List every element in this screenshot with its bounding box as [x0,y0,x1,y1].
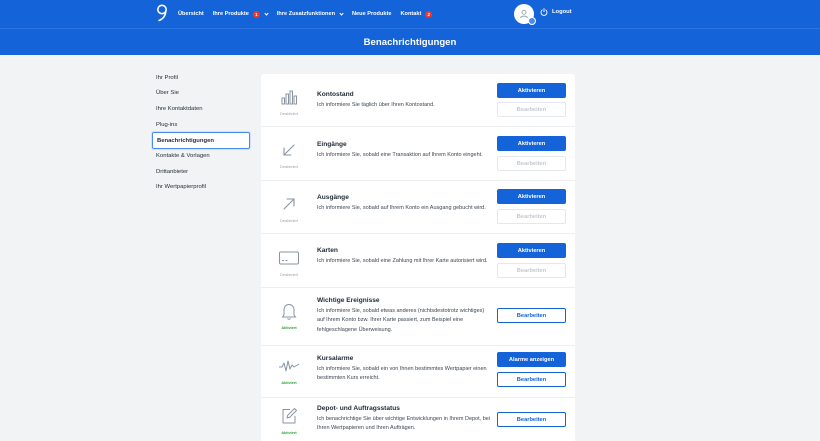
edit-button[interactable]: Bearbeiten [497,156,566,171]
notification-row: Deaktiviert Kontostand Ich informiere Si… [261,74,575,127]
nav-ihre-produkte[interactable]: Ihre Produkte 1 [212,10,269,18]
notification-description: Ich benachrichtige Sie über wichtige Ent… [317,416,491,432]
nav-neue-produkte[interactable]: Neue Produkte [352,11,391,17]
nav-label: Übersicht [178,11,204,17]
activate-button[interactable]: Aktivieren [497,189,566,204]
nav-label: Neue Produkte [352,11,392,17]
arrow-down-left-icon [278,139,300,161]
nav-label: Kontakt [400,11,422,17]
notification-icon-group: Deaktiviert [273,193,305,223]
edit-button[interactable]: Bearbeiten [497,102,566,117]
notification-row: Deaktiviert Karten Ich informiere Sie, s… [261,234,575,288]
bar-chart-icon [278,86,300,108]
edit-button[interactable]: Bearbeiten [497,209,566,224]
chevron-down-icon [339,10,344,16]
notification-badge: 1 [252,10,260,18]
notification-title: Eingänge [317,141,347,148]
notifications-panel: Deaktiviert Kontostand Ich informiere Si… [261,74,575,441]
notification-title: Karten [317,247,338,254]
status-label: Deaktiviert [280,165,298,169]
notification-row: Aktiviert Wichtige Ereignisse Ich inform… [261,288,575,346]
status-label: Deaktiviert [280,112,298,116]
avatar[interactable] [514,4,536,25]
sidebar-item-plugins[interactable]: Plug-ins [152,117,250,133]
status-label: Deaktiviert [280,273,298,277]
notification-description: Ich informiere Sie, sobald auf Ihrem Kon… [317,205,486,211]
card-icon [278,247,300,269]
sidebar-item-wertpapierprofil[interactable]: Ihr Wertpapierprofil [152,180,250,196]
nav-uebersicht[interactable]: Übersicht [178,11,204,17]
edit-button[interactable]: Bearbeiten [497,308,566,323]
sidebar-item-kontaktdaten[interactable]: Ihre Kontaktdaten [152,101,250,117]
status-label: Aktiviert [281,326,297,330]
activate-button[interactable]: Aktivieren [497,243,566,258]
status-label: Deaktiviert [280,219,298,223]
notification-title: Depot- und Auftragsstatus [317,405,400,412]
notification-icon-group: Deaktiviert [273,86,305,116]
status-label: Aktiviert [281,381,297,385]
nav-kontakt[interactable]: Kontakt 2 [400,10,433,18]
notification-description: Ich informiere Sie, sobald eine Transakt… [317,152,483,158]
sidebar: Ihr Profil Über Sie Ihre Kontaktdaten Pl… [152,70,250,195]
main-nav: Übersicht Ihre Produkte 1 Ihre Zusatzfunk… [178,0,433,28]
chevron-down-icon [264,10,269,16]
arrow-up-right-icon [278,193,300,215]
notification-title: Kontostand [317,91,354,98]
avatar-settings-icon [528,17,536,25]
nav-label: Ihre Zusatzfunktionen [276,11,335,17]
notification-icon-group: Aktiviert [273,300,305,330]
brand-logo-icon[interactable] [156,4,168,22]
notification-description: Ich informiere Sie, sobald etwas anderes… [317,308,485,333]
notification-description: Ich informiere Sie täglich über Ihren Ko… [317,102,435,108]
sidebar-item-ueber-sie[interactable]: Über Sie [152,86,250,102]
notification-description: Ich informiere Sie, sobald eine Zahlung … [317,258,488,264]
sidebar-item-kontakte-vorlagen[interactable]: Kontakte & Vorlagen [152,148,250,164]
nav-zusatzfunktionen[interactable]: Ihre Zusatzfunktionen [276,10,344,17]
edit-icon [278,405,300,427]
sidebar-item-drittanbieter[interactable]: Drittanbieter [152,164,250,180]
notification-icon-group: Aktiviert [273,405,305,435]
page-title: Benachrichtigungen [363,37,457,48]
status-label: Aktiviert [281,431,297,435]
edit-button[interactable]: Bearbeiten [497,263,566,278]
power-icon [540,8,548,16]
activate-button[interactable]: Aktivieren [497,136,566,151]
notification-icon-group: Deaktiviert [273,139,305,169]
sidebar-item-benachrichtigungen[interactable]: Benachrichtigungen [152,132,250,150]
nav-label: Ihre Produkte [212,11,249,17]
notification-title: Kursalarme [317,355,354,362]
page-header: Benachrichtigungen [0,28,820,55]
user-icon [520,9,528,19]
notification-row: Aktiviert Depot- und Auftragsstatus Ich … [261,398,575,441]
logout-label: Logout [552,9,572,15]
logout-button[interactable]: Logout [540,8,572,16]
notification-row: Deaktiviert Ausgänge Ich informiere Sie,… [261,181,575,234]
edit-button[interactable]: Bearbeiten [497,372,566,387]
bell-icon [278,300,300,322]
notification-title: Ausgänge [317,194,349,201]
pulse-icon [278,355,300,377]
notification-description: Ich informiere Sie, sobald ein von Ihnen… [317,366,487,382]
top-navigation-bar: Übersicht Ihre Produkte 1 Ihre Zusatzfunk… [0,0,820,28]
notification-title: Wichtige Ereignisse [317,297,380,304]
show-alarms-button[interactable]: Alarme anzeigen [497,352,566,367]
edit-button[interactable]: Bearbeiten [497,412,566,427]
notification-badge: 2 [425,10,433,18]
notification-row: Deaktiviert Eingänge Ich informiere Sie,… [261,127,575,181]
sidebar-item-profil[interactable]: Ihr Profil [152,70,250,86]
notification-row: Aktiviert Kursalarme Ich informiere Sie,… [261,346,575,398]
notification-icon-group: Deaktiviert [273,247,305,277]
activate-button[interactable]: Aktivieren [497,83,566,98]
notification-icon-group: Aktiviert [273,355,305,385]
